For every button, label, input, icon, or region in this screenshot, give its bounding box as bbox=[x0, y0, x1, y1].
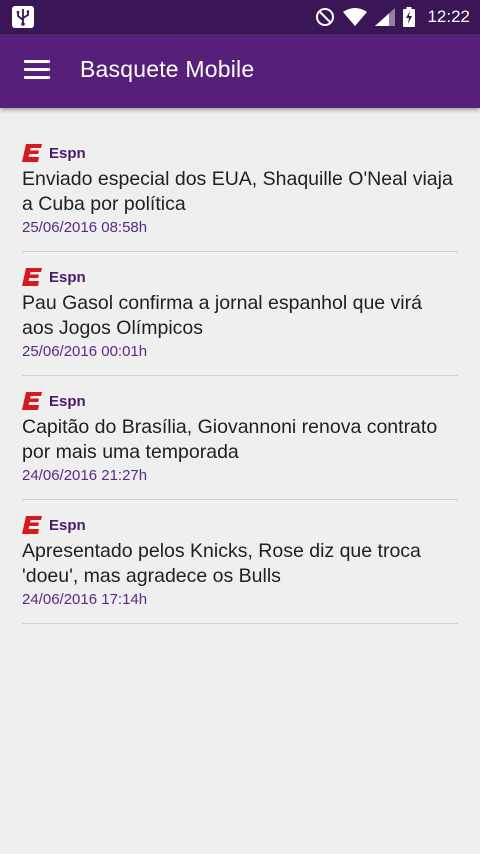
app-bar: Basquete Mobile bbox=[0, 34, 480, 108]
news-headline[interactable]: Apresentado pelos Knicks, Rose diz que t… bbox=[22, 539, 458, 589]
espn-logo-icon bbox=[22, 144, 42, 162]
news-headline[interactable]: Pau Gasol confirma a jornal espanhol que… bbox=[22, 291, 458, 341]
espn-logo-icon bbox=[22, 268, 42, 286]
status-bar: 12:22 bbox=[0, 0, 480, 34]
source-name: Espn bbox=[49, 392, 86, 410]
hamburger-menu-icon[interactable] bbox=[24, 60, 50, 80]
do-not-disturb-icon bbox=[316, 8, 335, 26]
clock: 12:22 bbox=[427, 7, 470, 26]
app-title: Basquete Mobile bbox=[80, 56, 255, 82]
news-headline[interactable]: Capitão do Brasília, Giovannoni renova c… bbox=[22, 415, 458, 465]
espn-logo-icon bbox=[22, 516, 42, 534]
news-item[interactable]: Espn Pau Gasol confirma a jornal espanho… bbox=[22, 252, 458, 376]
source-name: Espn bbox=[49, 144, 86, 162]
news-headline[interactable]: Enviado especial dos EUA, Shaquille O'Ne… bbox=[22, 167, 458, 217]
source-name: Espn bbox=[49, 516, 86, 534]
news-date: 25/06/2016 00:01h bbox=[22, 343, 148, 360]
news-source: Espn bbox=[22, 514, 458, 536]
news-date: 25/06/2016 08:58h bbox=[22, 219, 148, 236]
battery-charging-icon bbox=[403, 7, 416, 27]
news-date: 24/06/2016 17:14h bbox=[22, 591, 148, 608]
source-name: Espn bbox=[49, 268, 86, 286]
news-date: 24/06/2016 21:27h bbox=[22, 467, 148, 484]
espn-logo-icon bbox=[22, 392, 42, 410]
news-source: Espn bbox=[22, 266, 458, 288]
news-source: Espn bbox=[22, 142, 458, 164]
news-list: Espn Enviado especial dos EUA, Shaquille… bbox=[22, 128, 458, 624]
signal-icon bbox=[375, 8, 396, 26]
wifi-icon bbox=[343, 8, 368, 26]
news-item[interactable]: Espn Capitão do Brasília, Giovannoni ren… bbox=[22, 376, 458, 500]
news-item[interactable]: Espn Apresentado pelos Knicks, Rose diz … bbox=[22, 500, 458, 624]
usb-icon bbox=[12, 6, 34, 28]
news-source: Espn bbox=[22, 390, 458, 412]
news-item[interactable]: Espn Enviado especial dos EUA, Shaquille… bbox=[22, 128, 458, 252]
